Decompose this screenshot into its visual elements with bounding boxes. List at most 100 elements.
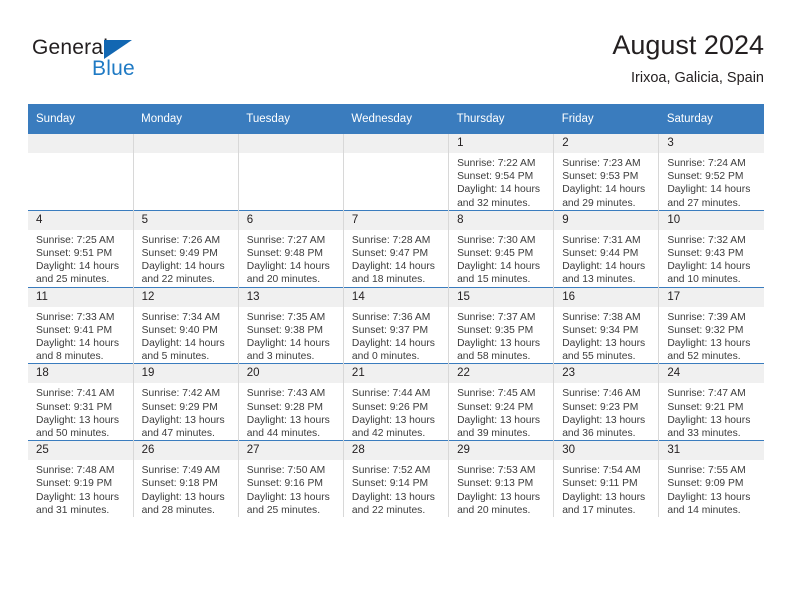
- calendar-day-cell[interactable]: 31 Sunrise: 7:55 AM Sunset: 9:09 PM Dayligh…: [658, 440, 764, 518]
- daylight-duration-line1: Daylight: 13 hours: [457, 338, 541, 350]
- calendar-day-cell[interactable]: 8 Sunrise: 7:30 AM Sunset: 9:45 PM Daylight…: [448, 209, 555, 288]
- calendar-day-cell[interactable]: 7 Sunrise: 7:28 AM Sunset: 9:47 PM Daylight…: [343, 209, 450, 288]
- day-number: [343, 134, 449, 153]
- calendar-day-cell[interactable]: 17 Sunrise: 7:39 AM Sunset: 9:32 PM Dayligh…: [658, 286, 764, 364]
- calendar-body: 1 Sunrise: 7:22 AM Sunset: 9:54 PM Daylight…: [28, 134, 764, 518]
- calendar-day-cell[interactable]: 21 Sunrise: 7:44 AM Sunset: 9:26 PM Dayligh…: [343, 363, 450, 441]
- day-details: Sunrise: 7:50 AM Sunset: 9:16 PM Daylight:…: [239, 460, 343, 517]
- calendar-day-cell[interactable]: 11 Sunrise: 7:33 AM Sunset: 9:41 PM Dayligh…: [28, 286, 134, 364]
- sunset-time: Sunset: 9:28 PM: [246, 401, 323, 413]
- sunset-time: Sunset: 9:47 PM: [351, 248, 429, 260]
- calendar-day-cell[interactable]: 24 Sunrise: 7:47 AM Sunset: 9:21 PM Dayligh…: [658, 363, 764, 441]
- calendar-day-cell[interactable]: 27 Sunrise: 7:50 AM Sunset: 9:16 PM Dayligh…: [238, 440, 344, 518]
- sunset-time: Sunset: 9:45 PM: [457, 248, 534, 260]
- page-subtitle: Irixoa, Galicia, Spain: [631, 70, 764, 86]
- sunrise-time: Sunrise: 7:24 AM: [667, 158, 746, 169]
- daylight-duration-line1: Daylight: 13 hours: [457, 491, 541, 503]
- day-number: 5: [133, 210, 238, 230]
- day-details: Sunrise: 7:24 AM Sunset: 9:52 PM Daylight:…: [659, 153, 764, 210]
- calendar-day-cell[interactable]: 30 Sunrise: 7:54 AM Sunset: 9:11 PM Dayligh…: [553, 440, 660, 518]
- calendar-day-cell[interactable]: 1 Sunrise: 7:22 AM Sunset: 9:54 PM Daylight…: [448, 134, 555, 211]
- calendar-day-cell[interactable]: 15 Sunrise: 7:37 AM Sunset: 9:35 PM Dayligh…: [448, 286, 555, 364]
- daylight-duration-line1: Daylight: 13 hours: [141, 491, 225, 503]
- sunset-time: Sunset: 9:41 PM: [36, 324, 113, 336]
- calendar-day-cell[interactable]: 19 Sunrise: 7:42 AM Sunset: 9:29 PM Dayligh…: [133, 363, 239, 441]
- weekday-header-thursday: Thursday: [448, 104, 554, 134]
- day-number: 10: [659, 210, 764, 230]
- weekday-header-monday: Monday: [133, 104, 239, 134]
- calendar-day-cell[interactable]: 20 Sunrise: 7:43 AM Sunset: 9:28 PM Dayligh…: [238, 363, 344, 441]
- daylight-duration-line2: and 5 minutes.: [141, 351, 210, 363]
- daylight-duration-line2: and 39 minutes.: [457, 428, 531, 440]
- day-number: [238, 134, 343, 153]
- sunrise-time: Sunrise: 7:55 AM: [667, 465, 746, 477]
- sunrise-time: Sunrise: 7:42 AM: [141, 388, 221, 400]
- day-number: 27: [238, 441, 343, 461]
- calendar-day-cell[interactable]: 10 Sunrise: 7:32 AM Sunset: 9:43 PM Dayligh…: [658, 209, 764, 288]
- sunset-time: Sunset: 9:21 PM: [667, 401, 744, 413]
- sunrise-time: Sunrise: 7:54 AM: [562, 465, 641, 477]
- day-details: Sunrise: 7:41 AM Sunset: 9:31 PM Daylight:…: [28, 383, 133, 440]
- title-block: August 2024 Irixoa, Galicia, Spain: [612, 28, 764, 89]
- sunrise-time: Sunrise: 7:41 AM: [36, 388, 115, 400]
- daylight-duration-line2: and 58 minutes.: [457, 351, 531, 363]
- daylight-duration-line2: and 31 minutes.: [36, 504, 110, 516]
- daylight-duration-line1: Daylight: 14 hours: [562, 184, 646, 196]
- calendar-day-cell[interactable]: 23 Sunrise: 7:46 AM Sunset: 9:23 PM Dayligh…: [553, 363, 660, 441]
- daylight-duration-line2: and 52 minutes.: [667, 351, 741, 363]
- sunrise-time: Sunrise: 7:52 AM: [351, 465, 431, 477]
- day-details: Sunrise: 7:26 AM Sunset: 9:49 PM Daylight:…: [134, 230, 238, 287]
- calendar-day-cell[interactable]: 9 Sunrise: 7:31 AM Sunset: 9:44 PM Daylight…: [553, 209, 660, 288]
- page-header: General Blue August 2024 Irixoa, Galicia…: [28, 28, 764, 96]
- day-details: Sunrise: 7:52 AM Sunset: 9:14 PM Daylight:…: [344, 460, 448, 517]
- day-details: Sunrise: 7:44 AM Sunset: 9:26 PM Daylight:…: [344, 383, 448, 440]
- day-details: Sunrise: 7:32 AM Sunset: 9:43 PM Daylight:…: [659, 230, 764, 287]
- day-details: Sunrise: 7:42 AM Sunset: 9:29 PM Daylight:…: [134, 383, 238, 440]
- calendar-day-cell-empty: [238, 134, 344, 211]
- calendar-day-cell[interactable]: 16 Sunrise: 7:38 AM Sunset: 9:34 PM Dayligh…: [553, 286, 660, 364]
- brand-logo[interactable]: General Blue: [32, 32, 232, 92]
- calendar-day-cell[interactable]: 6 Sunrise: 7:27 AM Sunset: 9:48 PM Daylight…: [238, 209, 344, 288]
- sunrise-time: Sunrise: 7:49 AM: [141, 465, 221, 477]
- day-number: 22: [449, 364, 554, 384]
- daylight-duration-line1: Daylight: 14 hours: [562, 261, 646, 273]
- day-number: 13: [238, 287, 343, 307]
- calendar-day-cell[interactable]: 28 Sunrise: 7:52 AM Sunset: 9:14 PM Dayligh…: [343, 440, 450, 518]
- calendar-day-cell[interactable]: 14 Sunrise: 7:36 AM Sunset: 9:37 PM Dayligh…: [343, 286, 450, 364]
- calendar-day-cell-empty: [343, 134, 450, 211]
- calendar-day-cell[interactable]: 2 Sunrise: 7:23 AM Sunset: 9:53 PM Daylight…: [553, 134, 660, 211]
- calendar-day-cell[interactable]: 3 Sunrise: 7:24 AM Sunset: 9:52 PM Daylight…: [658, 134, 764, 211]
- sunset-time: Sunset: 9:53 PM: [562, 171, 639, 183]
- day-number: 25: [28, 441, 133, 461]
- day-details: Sunrise: 7:48 AM Sunset: 9:19 PM Daylight:…: [28, 460, 133, 517]
- calendar-day-cell[interactable]: 22 Sunrise: 7:45 AM Sunset: 9:24 PM Dayligh…: [448, 363, 555, 441]
- daylight-duration-line1: Daylight: 14 hours: [457, 261, 541, 273]
- calendar-day-cell[interactable]: 5 Sunrise: 7:26 AM Sunset: 9:49 PM Daylight…: [133, 209, 239, 288]
- calendar-day-cell[interactable]: 13 Sunrise: 7:35 AM Sunset: 9:38 PM Dayligh…: [238, 286, 344, 364]
- daylight-duration-line2: and 44 minutes.: [246, 428, 321, 440]
- daylight-duration-line1: Daylight: 13 hours: [562, 414, 646, 426]
- day-details: Sunrise: 7:30 AM Sunset: 9:45 PM Daylight:…: [449, 230, 553, 287]
- sunrise-time: Sunrise: 7:35 AM: [246, 311, 326, 323]
- calendar-day-cell[interactable]: 18 Sunrise: 7:41 AM Sunset: 9:31 PM Dayligh…: [28, 363, 134, 441]
- day-number: 16: [554, 287, 659, 307]
- day-details: Sunrise: 7:55 AM Sunset: 9:09 PM Daylight:…: [659, 460, 764, 517]
- calendar-day-cell[interactable]: 4 Sunrise: 7:25 AM Sunset: 9:51 PM Daylight…: [28, 209, 134, 288]
- calendar-day-cell[interactable]: 25 Sunrise: 7:48 AM Sunset: 9:19 PM Dayligh…: [28, 440, 134, 518]
- daylight-duration-line1: Daylight: 13 hours: [141, 414, 225, 426]
- weekday-header-sunday: Sunday: [28, 104, 134, 134]
- sunset-time: Sunset: 9:44 PM: [562, 248, 639, 260]
- daylight-duration-line2: and 0 minutes.: [351, 351, 420, 363]
- day-number: 2: [554, 134, 659, 153]
- daylight-duration-line2: and 25 minutes.: [36, 274, 110, 286]
- calendar-day-cell[interactable]: 12 Sunrise: 7:34 AM Sunset: 9:40 PM Dayligh…: [133, 286, 239, 364]
- sunset-time: Sunset: 9:35 PM: [457, 324, 534, 336]
- day-details: Sunrise: 7:34 AM Sunset: 9:40 PM Daylight:…: [134, 307, 238, 364]
- sunset-time: Sunset: 9:26 PM: [351, 401, 429, 413]
- day-details: Sunrise: 7:43 AM Sunset: 9:28 PM Daylight:…: [239, 383, 343, 440]
- daylight-duration-line1: Daylight: 14 hours: [246, 338, 330, 350]
- daylight-duration-line2: and 33 minutes.: [667, 428, 741, 440]
- calendar-day-cell[interactable]: 26 Sunrise: 7:49 AM Sunset: 9:18 PM Dayligh…: [133, 440, 239, 518]
- sunrise-time: Sunrise: 7:43 AM: [246, 388, 326, 400]
- calendar-day-cell[interactable]: 29 Sunrise: 7:53 AM Sunset: 9:13 PM Dayligh…: [448, 440, 555, 518]
